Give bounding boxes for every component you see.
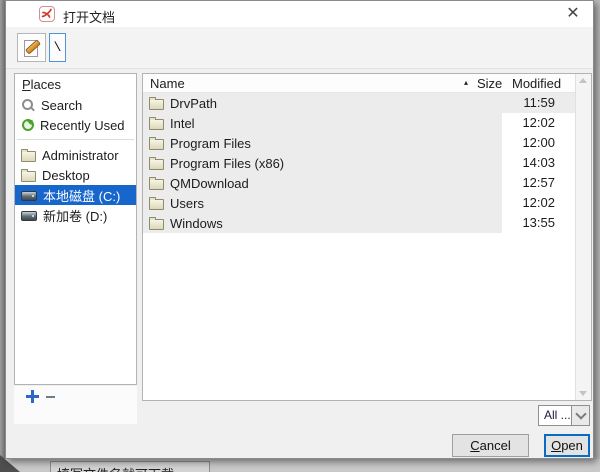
places-item-label: Desktop xyxy=(42,168,90,183)
file-name-cell: QMDownload xyxy=(143,173,502,193)
column-header-name[interactable]: Name xyxy=(143,76,464,91)
file-list-header: Name ▴ Size Modified xyxy=(143,74,576,93)
places-actions xyxy=(14,386,137,424)
file-list-row[interactable]: DrvPath 11:59 xyxy=(143,93,576,113)
file-modified-cell: 14:03 xyxy=(502,153,576,173)
file-list-row[interactable]: Users 12:02 xyxy=(143,193,576,213)
edit-document-icon xyxy=(22,38,42,58)
file-name-cell: DrvPath xyxy=(143,93,502,113)
places-item-label: Search xyxy=(41,98,82,113)
file-modified-cell: 12:02 xyxy=(502,193,576,213)
file-list-panel: Name ▴ Size Modified DrvPath 11:59 Intel… xyxy=(142,73,592,401)
file-name-cell: Program Files (x86) xyxy=(143,153,502,173)
chevron-down-icon xyxy=(575,408,586,419)
places-item-label: 新加卷 (D:) xyxy=(43,206,107,225)
app-icon xyxy=(39,6,55,22)
title-bar[interactable]: 打开文档 ✕ xyxy=(6,1,593,27)
file-name-label: Windows xyxy=(170,216,223,231)
file-modified-cell: 12:57 xyxy=(502,173,576,193)
file-name-cell: Users xyxy=(143,193,502,213)
open-button[interactable]: Open xyxy=(544,434,590,457)
file-modified-cell: 12:02 xyxy=(502,113,576,133)
file-type-filter-combo[interactable]: All ... xyxy=(538,405,590,426)
screenshot-root: 填写文件名就可下载 打开文档 ✕ \ Places xyxy=(0,0,600,472)
file-list-row[interactable]: QMDownload 12:57 xyxy=(143,173,576,193)
folder-icon xyxy=(149,159,164,170)
places-separator xyxy=(17,139,134,140)
file-name-label: Program Files (x86) xyxy=(170,156,284,171)
type-filename-button[interactable] xyxy=(17,33,46,62)
file-modified-cell: 12:00 xyxy=(502,133,576,153)
folder-icon xyxy=(149,119,164,130)
file-name-label: Program Files xyxy=(170,136,251,151)
scroll-up-icon[interactable] xyxy=(579,78,587,83)
file-list-rows: DrvPath 11:59 Intel 12:02 Program Files … xyxy=(143,93,576,233)
places-shortcut-list: Search Recently Used xyxy=(15,95,136,135)
file-list-row[interactable]: Program Files 12:00 xyxy=(143,133,576,153)
folder-icon xyxy=(149,219,164,230)
file-list-row[interactable]: Intel 12:02 xyxy=(143,113,576,133)
cancel-button[interactable]: Cancel xyxy=(452,434,529,457)
places-item[interactable]: Recently Used xyxy=(15,115,136,135)
add-place-button[interactable] xyxy=(26,390,40,404)
places-item[interactable]: Desktop xyxy=(15,165,136,185)
file-list-row[interactable]: Windows 13:55 xyxy=(143,213,576,233)
combo-dropdown-button[interactable] xyxy=(571,405,590,426)
places-item[interactable]: Administrator xyxy=(15,145,136,165)
file-name-label: DrvPath xyxy=(170,96,217,111)
file-name-cell: Program Files xyxy=(143,133,502,153)
vertical-scrollbar[interactable] xyxy=(575,74,591,400)
background-clipped-text: 填写文件名就可下载 xyxy=(50,461,210,472)
scroll-down-icon[interactable] xyxy=(579,391,587,396)
disk-icon xyxy=(21,191,37,201)
dialog-title: 打开文档 xyxy=(63,7,115,26)
places-header: Places xyxy=(15,77,136,95)
places-panel: Places Search Recently Used Administrato… xyxy=(14,73,137,385)
folder-icon xyxy=(21,151,36,162)
remove-place-button[interactable] xyxy=(46,390,60,404)
column-header-modified[interactable]: Modified xyxy=(512,76,570,91)
file-name-label: QMDownload xyxy=(170,176,249,191)
file-name-cell: Windows xyxy=(143,213,502,233)
path-root-button[interactable]: \ xyxy=(49,33,66,62)
file-list-row[interactable]: Program Files (x86) 14:03 xyxy=(143,153,576,173)
places-item-label: 本地磁盘 (C:) xyxy=(43,186,120,205)
folder-icon xyxy=(149,139,164,150)
folder-icon xyxy=(149,179,164,190)
dialog-toolbar: \ xyxy=(6,27,593,69)
sort-ascending-icon: ▴ xyxy=(464,79,468,87)
places-item[interactable]: 新加卷 (D:) xyxy=(15,205,136,225)
places-item-label: Administrator xyxy=(42,148,119,163)
places-item-label: Recently Used xyxy=(40,118,125,133)
places-location-list: Administrator Desktop 本地磁盘 (C:) 新加卷 (D:) xyxy=(15,145,136,225)
search-icon xyxy=(21,98,35,112)
file-name-label: Intel xyxy=(170,116,195,131)
open-document-dialog: 打开文档 ✕ \ Places Search Recently Used Adm… xyxy=(5,0,594,459)
file-name-label: Users xyxy=(170,196,204,211)
file-modified-cell: 13:55 xyxy=(502,213,576,233)
folder-icon xyxy=(21,171,36,182)
places-item[interactable]: 本地磁盘 (C:) xyxy=(15,185,136,205)
places-item[interactable]: Search xyxy=(15,95,136,115)
folder-icon xyxy=(149,199,164,210)
disk-icon xyxy=(21,211,37,221)
filter-selected-value: All ... xyxy=(538,405,571,426)
column-header-size[interactable]: Size xyxy=(477,76,508,91)
folder-icon xyxy=(149,99,164,110)
file-modified-cell: 11:59 xyxy=(502,93,576,113)
close-icon[interactable]: ✕ xyxy=(563,4,583,24)
file-name-cell: Intel xyxy=(143,113,502,133)
recently-used-icon xyxy=(22,119,34,131)
